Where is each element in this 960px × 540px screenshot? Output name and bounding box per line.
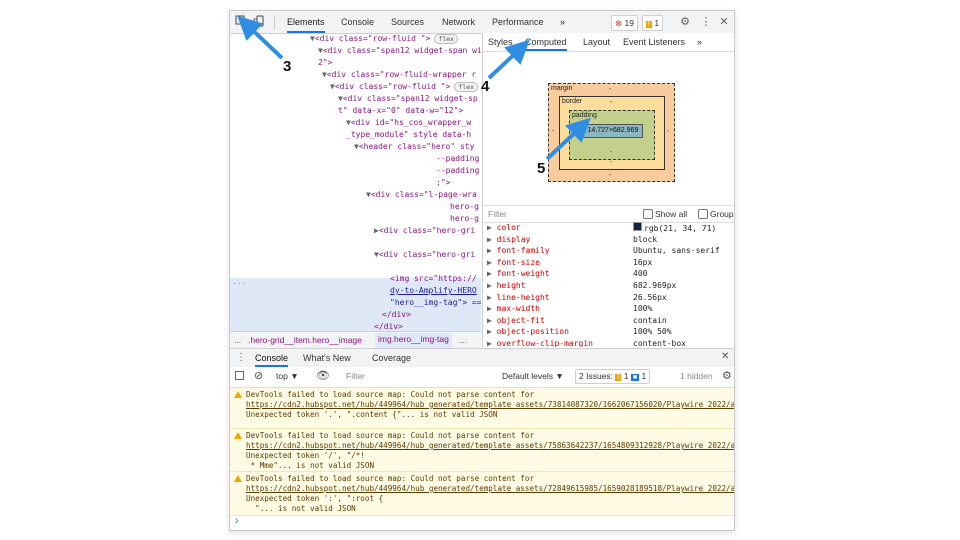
annotation-number-4: 4 — [481, 78, 490, 95]
annotation-number-3: 3 — [283, 58, 292, 75]
annotation-arrows — [237, 15, 591, 161]
arrow-3 — [237, 15, 284, 60]
arrow-4 — [487, 39, 530, 80]
annotation-number-5: 5 — [537, 160, 546, 177]
arrow-5 — [545, 117, 591, 161]
